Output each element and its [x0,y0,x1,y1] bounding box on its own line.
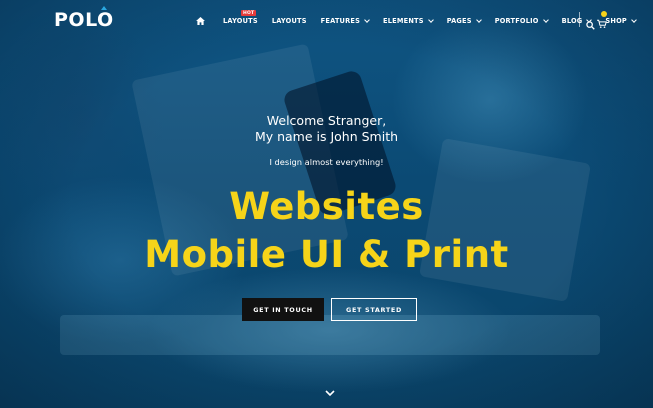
chevron-down-icon [631,17,637,23]
nav-item-label: LAYOUTS [223,17,258,25]
nav-item-layouts-hot[interactable]: LAYOUTS HOT [223,10,258,25]
chevron-down-icon [542,17,549,23]
chevron-down-icon [427,17,434,23]
search-icon[interactable] [586,15,596,30]
nav-item-features[interactable]: FEATURES [320,17,370,25]
logo-accent-icon [101,6,107,10]
home-icon[interactable] [196,15,210,27]
nav-item-layouts[interactable]: LAYOUTS [272,17,307,25]
hot-badge: HOT [241,10,257,16]
tagline: I design almost everything! [269,157,384,167]
nav-item-pages[interactable]: PAGES [446,17,482,25]
nav-item-label: PAGES [446,17,472,25]
nav-item-elements[interactable]: ELEMENTS [383,17,434,25]
logo[interactable]: POLO [54,9,114,31]
nav-item-label: ELEMENTS [383,17,424,25]
headline-line-1: Websites [229,185,424,228]
welcome-line-1: Welcome Stranger, [266,113,387,128]
nav-item-shop[interactable]: SHOP [605,17,637,25]
headline-line-2: Mobile UI & Print [144,233,509,276]
cart-count-badge [601,11,607,17]
nav-item-label: LAYOUTS [271,17,307,25]
nav-divider [579,12,580,27]
nav-item-label: FEATURES [320,17,361,25]
chevron-down-icon[interactable] [325,382,335,397]
main-menu: LAYOUTS HOT LAYOUTS FEATURES ELEMENTS PA… [196,10,650,28]
get-started-button[interactable]: GET STARTED [331,298,417,321]
welcome-line-2: My name is John Smith [254,129,399,144]
chevron-down-icon [475,17,482,23]
hero-section: POLO LAYOUTS HOT LAYOUTS FEATURES ELEMEN… [0,0,653,408]
chevron-down-icon [364,17,370,23]
nav-item-label: PORTFOLIO [494,17,539,25]
nav-item-portfolio[interactable]: PORTFOLIO [494,17,549,25]
get-in-touch-button[interactable]: GET IN TOUCH [242,298,324,321]
top-navbar: POLO LAYOUTS HOT LAYOUTS FEATURES ELEMEN… [0,0,653,40]
welcome-text: Welcome Stranger, My name is John Smith [0,113,653,145]
